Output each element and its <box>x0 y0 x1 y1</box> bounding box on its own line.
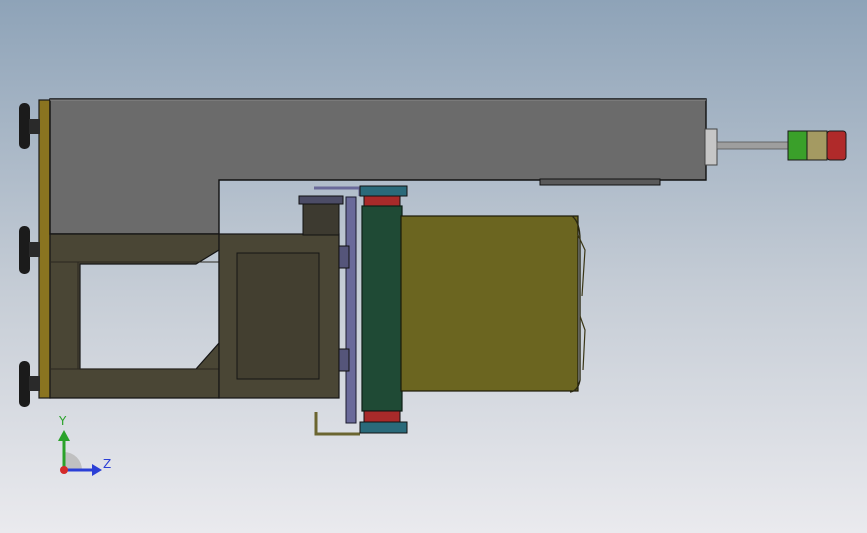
leveling-foot-bottom <box>19 361 40 407</box>
leveling-foot-top <box>19 103 40 149</box>
support-block <box>302 202 340 236</box>
bearing-housing-top <box>338 245 350 269</box>
actuator-rod <box>704 128 791 166</box>
lower-frame <box>49 233 220 399</box>
bearing-housing-bottom <box>338 348 350 372</box>
drive-roller <box>359 185 408 434</box>
leveling-foot-middle <box>19 226 40 274</box>
signal-tower-light <box>787 130 847 161</box>
end-plate <box>38 99 51 399</box>
beam-rail <box>539 178 661 186</box>
motor-body <box>400 215 586 393</box>
assembly-drawing <box>19 98 847 476</box>
cad-viewport[interactable]: Y Z <box>0 0 867 533</box>
support-block-cap <box>298 195 344 205</box>
coordinate-triad-icon <box>58 430 102 476</box>
gearbox <box>218 233 340 399</box>
axis-y-label: Y <box>59 414 67 428</box>
axis-z-label: Z <box>103 457 112 471</box>
